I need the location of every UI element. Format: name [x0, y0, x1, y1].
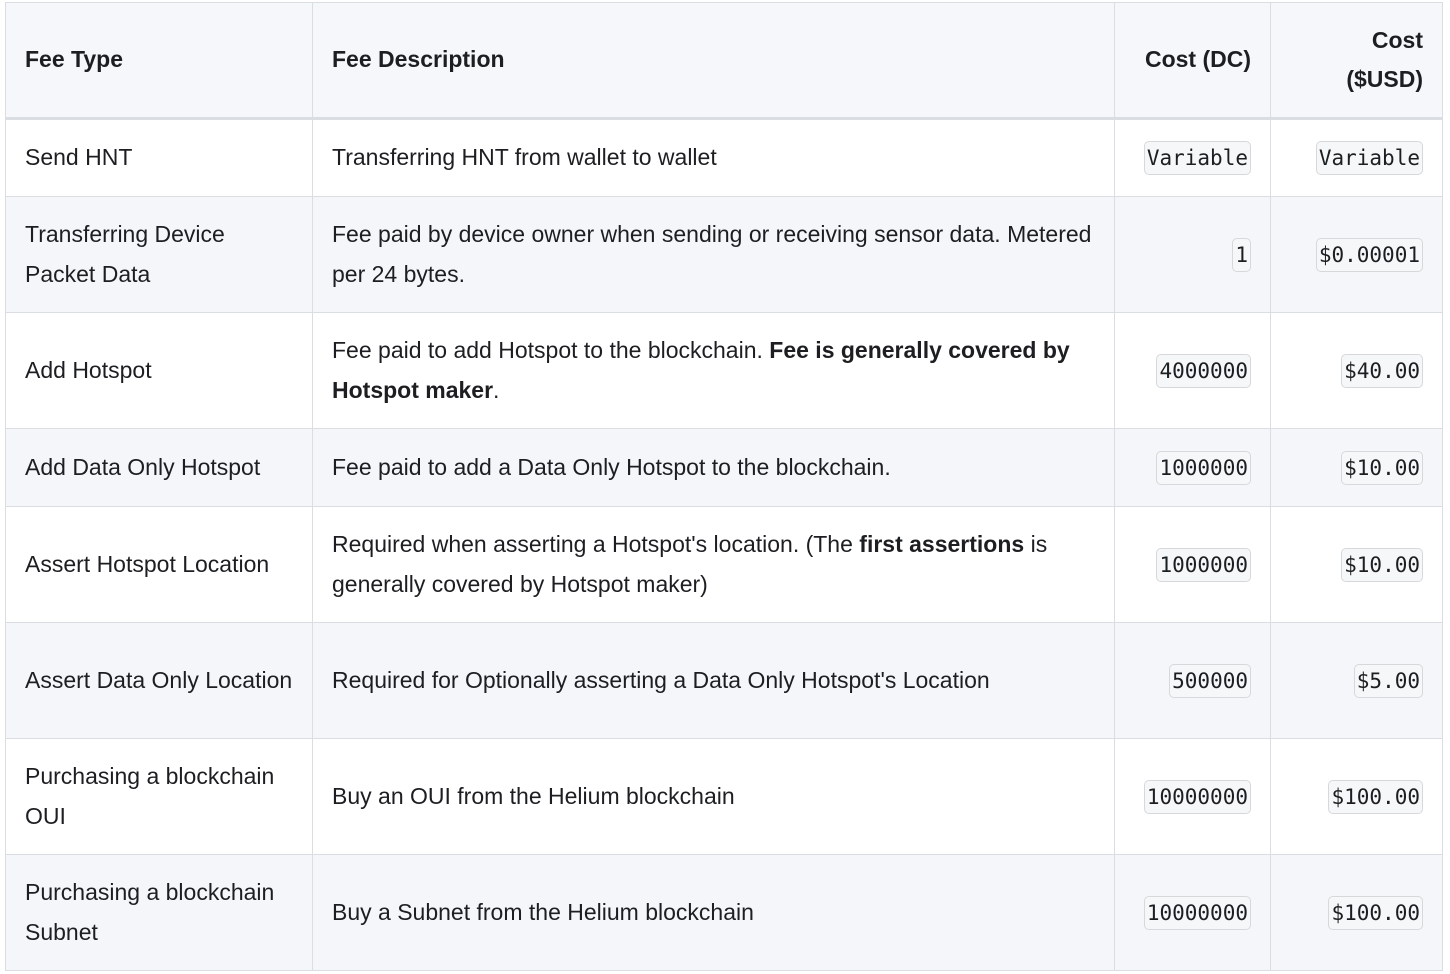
cost-dc-cell: 1 — [1114, 196, 1271, 313]
fee-type-cell: Assert Hotspot Location — [5, 506, 313, 623]
cost-dc-cell: 4000000 — [1114, 312, 1271, 429]
description-text: Transferring HNT from wallet to wallet — [332, 144, 717, 171]
table-row: Transferring Device Packet Data Fee paid… — [5, 196, 1443, 313]
fee-type-cell: Purchasing a blockchain Subnet — [5, 854, 313, 971]
cost-dc-value: 10000000 — [1143, 779, 1251, 814]
table-row: Purchasing a blockchain Subnet Buy a Sub… — [5, 854, 1443, 971]
cost-usd-value: $100.00 — [1328, 779, 1423, 814]
cost-dc-value: 1000000 — [1156, 547, 1251, 582]
cost-usd-value: $40.00 — [1341, 353, 1423, 388]
cost-dc-cell: 500000 — [1114, 622, 1271, 739]
fee-description-cell: Transferring HNT from wallet to wallet — [312, 118, 1115, 197]
description-bold-text: first assertions — [859, 531, 1025, 557]
cost-dc-value: 1000000 — [1156, 450, 1251, 485]
fee-description-cell: Fee paid by device owner when sending or… — [312, 196, 1115, 313]
cost-usd-cell: $10.00 — [1270, 428, 1443, 507]
table-row: Add Hotspot Fee paid to add Hotspot to t… — [5, 312, 1443, 429]
header-cost-dc: Cost (DC) — [1114, 2, 1271, 120]
cost-dc-value: 10000000 — [1143, 895, 1251, 930]
fee-description-cell: Buy an OUI from the Helium blockchain — [312, 738, 1115, 855]
cost-usd-value: $5.00 — [1353, 663, 1423, 698]
cost-dc-value: Variable — [1143, 141, 1251, 176]
description-text: Required when asserting a Hotspot's loca… — [332, 531, 860, 557]
fee-description-cell: Buy a Subnet from the Helium blockchain — [312, 854, 1115, 971]
header-fee-description: Fee Description — [312, 2, 1115, 120]
fee-type-cell: Send HNT — [5, 118, 313, 197]
cost-usd-value: $100.00 — [1328, 895, 1423, 930]
fee-description-cell: Required when asserting a Hotspot's loca… — [312, 506, 1115, 623]
cost-usd-cell: $100.00 — [1270, 854, 1443, 971]
fee-type-cell: Purchasing a blockchain OUI — [5, 738, 313, 855]
cost-usd-cell: Variable — [1270, 118, 1443, 197]
cost-dc-value: 4000000 — [1156, 353, 1251, 388]
fee-type-cell: Add Data Only Hotspot — [5, 428, 313, 507]
cost-dc-cell: 10000000 — [1114, 738, 1271, 855]
cost-usd-value: $10.00 — [1341, 450, 1423, 485]
cost-usd-cell: $0.00001 — [1270, 196, 1443, 313]
cost-usd-value: $0.00001 — [1315, 237, 1423, 272]
cost-usd-value: $10.00 — [1341, 547, 1423, 582]
table-row: Send HNT Transferring HNT from wallet to… — [5, 118, 1443, 197]
fee-type-cell: Assert Data Only Location — [5, 622, 313, 739]
description-text: Fee paid to add Hotspot to the blockchai… — [332, 337, 770, 363]
cost-dc-cell: 1000000 — [1114, 506, 1271, 623]
fee-description-cell: Required for Optionally asserting a Data… — [312, 622, 1115, 739]
header-fee-type: Fee Type — [5, 2, 313, 120]
table-body: Send HNT Transferring HNT from wallet to… — [5, 118, 1443, 971]
cost-usd-cell: $10.00 — [1270, 506, 1443, 623]
cost-usd-cell: $5.00 — [1270, 622, 1443, 739]
table-row: Assert Data Only Location Required for O… — [5, 622, 1443, 739]
header-row: Fee Type Fee Description Cost (DC) Cost … — [5, 2, 1443, 120]
cost-usd-cell: $100.00 — [1270, 738, 1443, 855]
cost-usd-value: Variable — [1315, 141, 1423, 176]
cost-dc-cell: 10000000 — [1114, 854, 1271, 971]
table-row: Purchasing a blockchain OUI Buy an OUI f… — [5, 738, 1443, 855]
table-row: Add Data Only Hotspot Fee paid to add a … — [5, 428, 1443, 507]
fee-type-cell: Transferring Device Packet Data — [5, 196, 313, 313]
header-cost-usd: Cost ($USD) — [1270, 2, 1443, 120]
description-text: Buy an OUI from the Helium blockchain — [332, 782, 735, 809]
fee-type-cell: Add Hotspot — [5, 312, 313, 429]
description-text: Fee paid by device owner when sending or… — [332, 221, 1092, 287]
cost-dc-cell: 1000000 — [1114, 428, 1271, 507]
description-text: Buy a Subnet from the Helium blockchain — [332, 898, 754, 925]
fees-table: Fee Type Fee Description Cost (DC) Cost … — [5, 2, 1443, 971]
description-text: Fee paid to add a Data Only Hotspot to t… — [332, 453, 891, 480]
cost-usd-cell: $40.00 — [1270, 312, 1443, 429]
description-text: Required for Optionally asserting a Data… — [332, 666, 990, 693]
table-header: Fee Type Fee Description Cost (DC) Cost … — [5, 2, 1443, 120]
fee-description-cell: Fee paid to add a Data Only Hotspot to t… — [312, 428, 1115, 507]
cost-dc-value: 1 — [1232, 237, 1251, 272]
fee-description-cell: Fee paid to add Hotspot to the blockchai… — [312, 312, 1115, 429]
cost-dc-value: 500000 — [1169, 663, 1251, 698]
description-tail-text: . — [493, 376, 500, 403]
cost-dc-cell: Variable — [1114, 118, 1271, 197]
table-row: Assert Hotspot Location Required when as… — [5, 506, 1443, 623]
